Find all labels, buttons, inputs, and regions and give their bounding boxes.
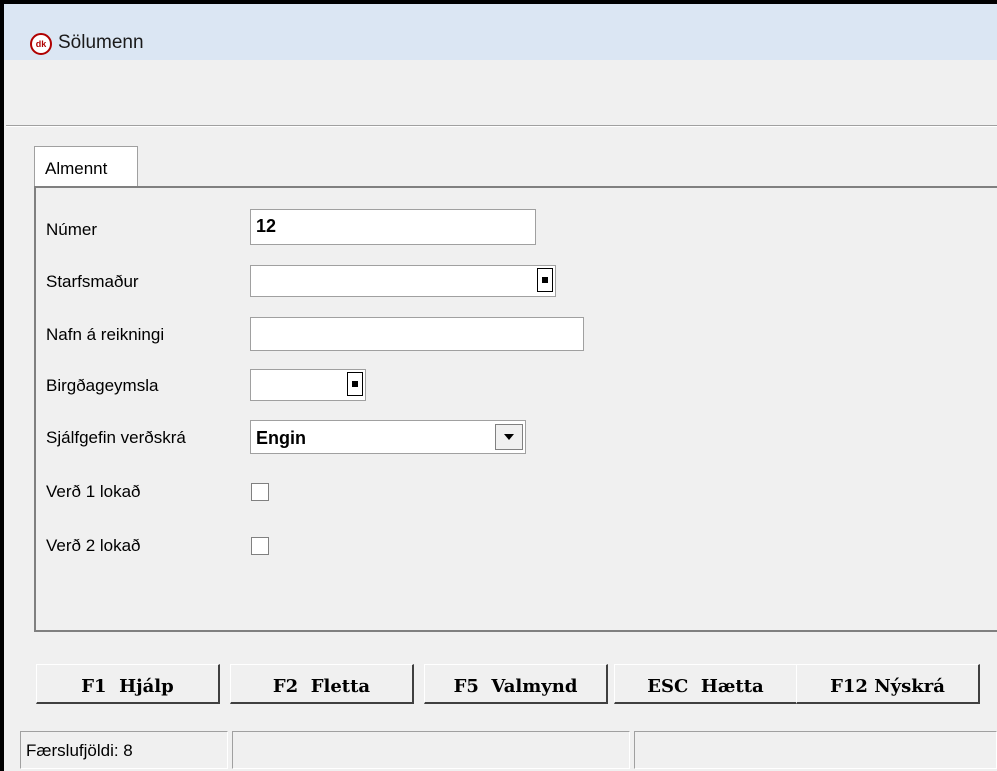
status-bar: Færslufjöldi: 8	[4, 729, 997, 771]
lookup-icon	[542, 277, 548, 283]
new-record-button[interactable]: F12 Nýskrá	[796, 664, 980, 704]
tab-almennt[interactable]: Almennt	[34, 146, 138, 186]
tab-panel	[34, 186, 997, 632]
birgdageymsla-label: Birgðageymsla	[46, 376, 159, 395]
menu-button-label: F5 Valmynd	[453, 676, 578, 697]
help-button-label: F1 Hjálp	[81, 676, 174, 697]
record-count: Færslufjöldi: 8	[26, 741, 133, 760]
verdskra-value: Engin	[256, 428, 306, 448]
verd1-lokad-label: Verð 1 lokað	[46, 482, 141, 501]
numer-value: 12	[256, 216, 277, 236]
status-panel-count: Færslufjöldi: 8	[20, 731, 228, 769]
verd2-lokad-checkbox[interactable]	[251, 537, 269, 555]
birgdageymsla-field[interactable]	[250, 369, 366, 401]
numer-label: Númer	[46, 220, 98, 239]
birgdageymsla-lookup-button[interactable]	[347, 372, 363, 396]
browse-button-label: F2 Fletta	[272, 676, 371, 697]
menu-button[interactable]: F5 Valmynd	[424, 664, 608, 704]
starfsmadur-field[interactable]	[250, 265, 556, 297]
tab-label: Almennt	[45, 159, 108, 178]
verd1-lokad-checkbox[interactable]	[251, 483, 269, 501]
status-panel-3	[634, 731, 997, 769]
new-record-button-label: F12 Nýskrá	[830, 676, 945, 697]
nafn-a-reikningi-label: Nafn á reikningi	[46, 325, 165, 344]
verdskra-label: Sjálfgefin verðskrá	[46, 428, 186, 447]
verd2-lokad-label: Verð 2 lokað	[46, 536, 141, 555]
title-bar: dk Sölumenn	[4, 4, 997, 60]
exit-button-label: ESC Hætta	[647, 676, 764, 697]
dk-logo-icon: dk	[30, 33, 52, 55]
starfsmadur-lookup-button[interactable]	[537, 268, 553, 292]
window-title: Sölumenn	[58, 32, 144, 53]
nafn-a-reikningi-field[interactable]	[250, 317, 584, 351]
dropdown-arrow-icon[interactable]	[495, 424, 523, 450]
lookup-icon	[352, 381, 358, 387]
exit-button[interactable]: ESC Hætta	[614, 664, 798, 704]
numer-field[interactable]: 12	[250, 209, 536, 245]
toolbar-separator	[6, 125, 997, 127]
help-button[interactable]: F1 Hjálp	[36, 664, 220, 704]
browse-button[interactable]: F2 Fletta	[230, 664, 414, 704]
status-panel-2	[232, 731, 630, 769]
starfsmadur-label: Starfsmaður	[46, 272, 139, 291]
verdskra-select[interactable]: Engin	[250, 420, 526, 454]
